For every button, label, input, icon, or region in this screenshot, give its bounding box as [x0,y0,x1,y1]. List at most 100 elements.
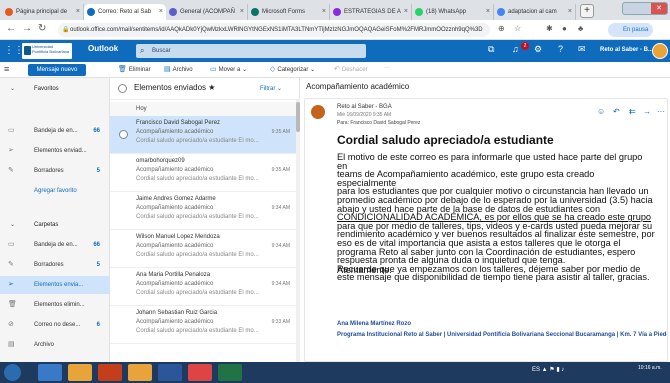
message-subject: Acompañamiento académico [136,129,214,135]
start-button[interactable] [4,364,21,381]
more-options-icon[interactable]: ··· [384,65,390,71]
address-bar[interactable]: 🔒 outlook.office.com/mail/sentitems/id/AA… [58,23,490,37]
sync-paused-button[interactable]: En pausa [608,23,654,37]
search-input[interactable]: ⌕ Buscar [136,44,366,58]
feedback-icon[interactable]: ✉ [578,44,586,55]
reload-icon[interactable]: ↻ [38,23,46,34]
star-icon[interactable]: ★ [208,83,215,92]
app-launcher-icon[interactable]: ⋮⋮ [4,45,24,57]
select-all-checkbox[interactable] [118,84,127,93]
help-icon[interactable]: ? [558,44,563,54]
message-subject: Acompañamiento académico [136,243,214,249]
hamburger-icon[interactable]: ≡ [4,64,9,74]
browser-tab[interactable]: Microsoft Forms × [248,4,330,20]
pencil-icon: ✎ [8,167,14,174]
tab-close-icon[interactable]: × [159,4,163,20]
window-controls[interactable]: ✕ [622,2,668,15]
clock[interactable]: 10:16 a.m. [638,365,662,372]
new-tab-button[interactable]: + [580,4,594,18]
filter-button[interactable]: Filtrar ⌄ [260,85,282,92]
list-item[interactable]: Ana Maria Portilla Penaloza Acompañamient… [110,268,296,306]
tab-close-icon[interactable]: × [240,4,244,20]
tab-close-icon[interactable]: × [404,4,408,20]
command-bar: ≡ Mensaje nuevo 🗑 Eliminar ▤ Archivo ▭ Move… [0,62,670,78]
list-item[interactable]: Francisco David Sabogal Perez Acompañamie… [110,116,296,154]
forward-icon[interactable]: → [643,107,651,116]
like-icon[interactable]: ☺ [597,107,605,116]
sidebar-item-drafts[interactable]: ✎ Borradores 5 [0,256,110,274]
system-tray[interactable]: ES ▲ ⚑ ▮ ♪ [532,366,564,373]
junk-count: 6 [96,322,100,328]
files-taskbar-icon[interactable] [128,364,152,381]
chrome-taskbar-icon[interactable] [188,364,212,381]
word-taskbar-icon[interactable] [158,364,182,381]
user-name[interactable]: Reto al Saber - B... [600,47,653,53]
list-item[interactable]: Wilson Manuel Lopez Mendoza Acompañamient… [110,230,296,268]
excel-taskbar-icon[interactable] [218,364,242,381]
sidebar-item-junk[interactable]: ⊘ Correo no dese... 6 [0,316,110,334]
add-favorite-link[interactable]: Agregar favorito [34,188,77,194]
sidebar-item-inbox[interactable]: ▭ Bandeja de en... 66 [0,236,110,254]
undo-button[interactable]: ↶ Deshacer [334,65,368,73]
star-icon[interactable]: ☆ [514,24,521,33]
message-time: 9:35 AM [271,167,290,173]
sidebar-item-inbox[interactable]: ▭ Bandeja de en... 66 [0,122,110,140]
browser-tab-active[interactable]: Correo: Reto al Sab × [84,4,166,20]
sender-name[interactable]: Reto al Saber - BGA [337,104,392,110]
reply-all-icon[interactable]: ⇇ [629,107,636,116]
body-line: teams de Acompañamiento académico, este … [337,169,595,188]
tab-close-icon[interactable]: × [322,4,326,20]
more-actions-icon[interactable]: ··· [657,107,665,116]
browser-tab[interactable]: adaptacion al cam × [494,4,576,20]
translate-icon[interactable]: ⊕ [498,24,505,33]
browser-tab[interactable]: ESTRATEGIAS DE A × [330,4,412,20]
archive-button[interactable]: ▤ Archivo [164,65,193,73]
forward-arrow-icon[interactable]: → [22,23,32,34]
browser-tab[interactable]: General (ACOMPAÑ × [166,4,248,20]
teams-icon[interactable]: ⧉ [488,44,494,55]
pencil-icon: ✎ [8,261,14,268]
list-item[interactable]: Jaime Andres Gomez Adarme Acompañamiento … [110,192,296,230]
list-item[interactable]: Johann Sebastian Ruiz Garcia Acompañamien… [110,306,296,344]
categorize-button[interactable]: ◇ Categorizar ⌄ [270,65,315,73]
draft-count: 5 [96,168,100,174]
puzzle-icon[interactable]: ♣ [578,24,583,33]
sidebar-item-drafts[interactable]: ✎ Borradores 5 [0,162,110,180]
sidebar-item-sent[interactable]: ➢ Elementos envia... [0,276,110,294]
sidebar-item-deleted[interactable]: 🗑 Elementos elimin... [0,296,110,314]
avatar[interactable] [652,43,668,59]
folders-header[interactable]: ⌄ Carpetas [0,216,110,234]
extension-icon[interactable]: ✱ [546,24,553,33]
folders-label: Carpetas [34,222,59,228]
categorize-label: Categorizar [277,67,309,73]
gear-icon[interactable]: ⚙ [534,44,542,55]
tab-close-icon[interactable]: × [486,4,490,20]
reply-icon[interactable]: ↶ [613,107,620,116]
window-close-icon[interactable]: ✕ [651,3,667,14]
message-recipient: Johann Sebastian Ruiz Garcia [136,310,218,316]
folder-taskbar-icon[interactable] [68,364,92,381]
bell-icon[interactable]: ♫ [512,44,519,54]
back-arrow-icon[interactable]: ← [6,23,16,34]
message-recipient: Ana Maria Portilla Penaloza [136,272,211,278]
list-item[interactable]: omarbohorquez09 Acompañamiento académico 9… [110,154,296,192]
reading-pane: Acompañamiento académico Reto al Saber -… [300,78,670,362]
sidebar-item-archive[interactable]: ▤ Archivo [0,336,110,354]
ie-taskbar-icon[interactable] [38,364,62,381]
tab-close-icon[interactable]: × [76,4,80,20]
favorites-header[interactable]: ⌄ Favoritos [0,80,110,98]
language-indicator[interactable]: ES [532,367,540,373]
move-to-button[interactable]: ▭ Mover a ⌄ [210,65,247,73]
powerpoint-taskbar-icon[interactable] [98,364,122,381]
sender-avatar[interactable] [311,105,325,119]
tab-close-icon[interactable]: × [568,4,572,20]
browser-tab[interactable]: Página principal de × [2,4,84,20]
profile-icon[interactable]: ● [562,24,567,33]
row-checkbox[interactable] [119,130,128,139]
sidebar-item-sent[interactable]: ➢ Elementos enviad... [0,142,110,160]
new-mail-button[interactable]: Mensaje nuevo [28,64,86,76]
browser-tab[interactable]: (18) WhatsApp × [412,4,494,20]
logo-text: Universidad Pontificia Bolivariana [32,44,70,54]
sidebar-item-label: Elementos elimin... [34,302,85,308]
delete-button[interactable]: 🗑 Eliminar [118,65,151,73]
